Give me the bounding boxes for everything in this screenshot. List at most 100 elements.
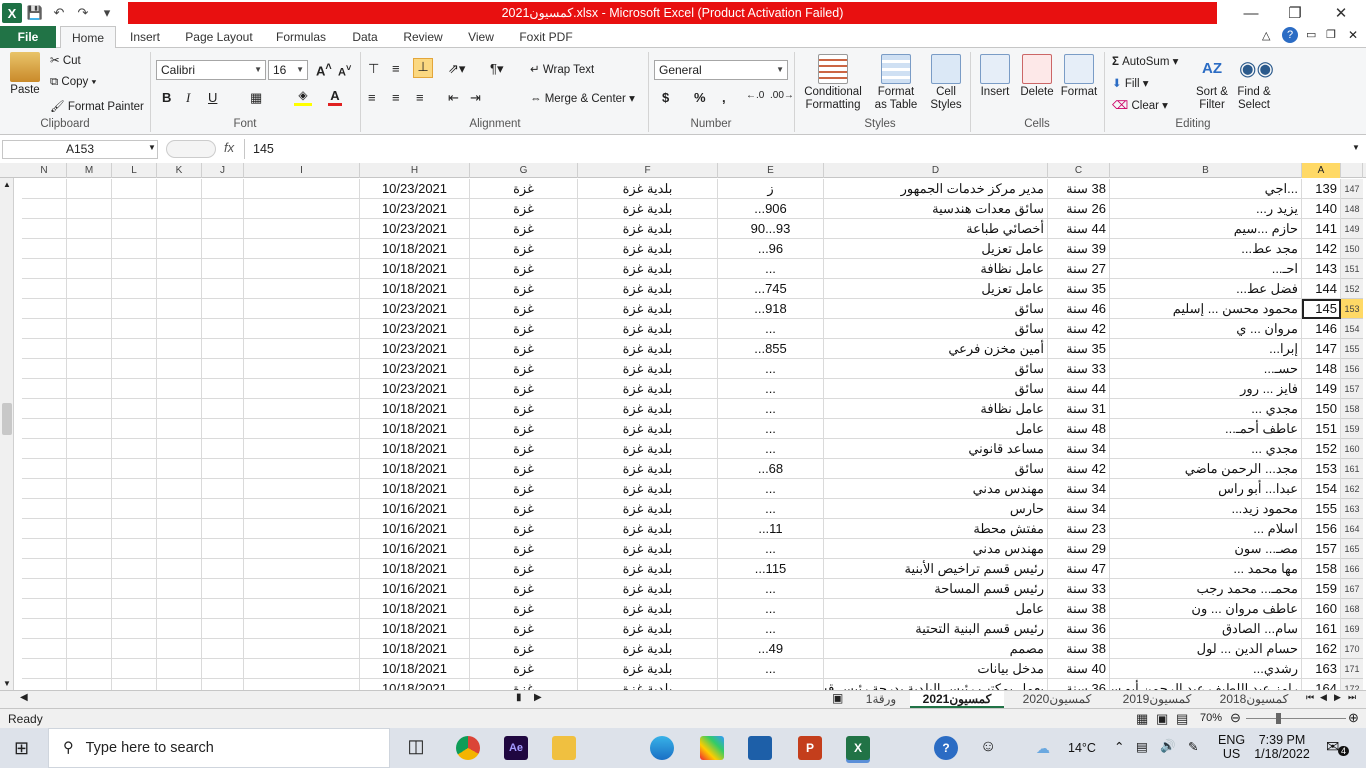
row-header[interactable]: 147 bbox=[1341, 179, 1363, 199]
empty-cell[interactable] bbox=[244, 359, 360, 379]
serial-cell[interactable]: 142 bbox=[1302, 239, 1341, 259]
job-title-cell[interactable]: عامل bbox=[824, 599, 1048, 619]
age-cell[interactable]: 23 سنة bbox=[1048, 519, 1110, 539]
id-cell[interactable]: ...855 bbox=[718, 339, 824, 359]
empty-cell[interactable] bbox=[244, 319, 360, 339]
row-header[interactable]: 161 bbox=[1341, 459, 1363, 479]
column-header-h[interactable]: H bbox=[360, 163, 470, 178]
city-cell[interactable]: غزة bbox=[470, 219, 578, 239]
name-cell[interactable]: مها محمد ... bbox=[1110, 559, 1302, 579]
decrease-indent-icon[interactable]: ⇤ bbox=[448, 90, 459, 106]
empty-cell[interactable] bbox=[67, 219, 112, 239]
tab-file[interactable]: File bbox=[0, 26, 56, 48]
city-cell[interactable]: غزة bbox=[470, 619, 578, 639]
empty-cell[interactable] bbox=[157, 679, 202, 690]
city-cell[interactable]: غزة bbox=[470, 339, 578, 359]
job-title-cell[interactable]: سائق bbox=[824, 379, 1048, 399]
empty-cell[interactable] bbox=[244, 559, 360, 579]
workbook-close-icon[interactable]: ✕ bbox=[1348, 28, 1358, 42]
id-cell[interactable]: ...906 bbox=[718, 199, 824, 219]
increase-decimal-icon[interactable]: ←.0 bbox=[746, 90, 764, 101]
cell-styles-button[interactable]: Cell Styles bbox=[926, 54, 966, 112]
municipality-cell[interactable]: بلدية غزة bbox=[578, 479, 718, 499]
serial-cell[interactable]: 140 bbox=[1302, 199, 1341, 219]
empty-cell[interactable] bbox=[202, 559, 244, 579]
row-header[interactable]: 151 bbox=[1341, 259, 1363, 279]
tab-insert[interactable]: Insert bbox=[122, 26, 168, 48]
date-cell[interactable]: 10/18/2021 bbox=[360, 659, 470, 679]
empty-cell[interactable] bbox=[22, 679, 67, 690]
age-cell[interactable]: 42 سنة bbox=[1048, 459, 1110, 479]
empty-cell[interactable] bbox=[244, 539, 360, 559]
serial-cell[interactable]: 159 bbox=[1302, 579, 1341, 599]
id-cell[interactable]: ...918 bbox=[718, 299, 824, 319]
municipality-cell[interactable]: بلدية غزة bbox=[578, 459, 718, 479]
empty-cell[interactable] bbox=[244, 619, 360, 639]
municipality-cell[interactable]: بلدية غزة bbox=[578, 419, 718, 439]
empty-cell[interactable] bbox=[157, 359, 202, 379]
row-header[interactable]: 168 bbox=[1341, 599, 1363, 619]
input-language[interactable]: ENG US bbox=[1218, 733, 1245, 761]
municipality-cell[interactable]: بلدية غزة bbox=[578, 359, 718, 379]
empty-cell[interactable] bbox=[157, 639, 202, 659]
close-icon[interactable]: ✕ bbox=[1318, 0, 1364, 26]
job-title-cell[interactable]: عامل نظافة bbox=[824, 259, 1048, 279]
age-cell[interactable]: 40 سنة bbox=[1048, 659, 1110, 679]
windows-start-icon[interactable]: ⊞ bbox=[14, 738, 29, 759]
age-cell[interactable]: 34 سنة bbox=[1048, 439, 1110, 459]
edge-icon[interactable] bbox=[650, 736, 674, 760]
id-cell[interactable]: ...115 bbox=[718, 559, 824, 579]
serial-cell[interactable]: 149 bbox=[1302, 379, 1341, 399]
name-cell[interactable]: اسلام ... bbox=[1110, 519, 1302, 539]
empty-cell[interactable] bbox=[22, 559, 67, 579]
municipality-cell[interactable]: بلدية غزة bbox=[578, 299, 718, 319]
serial-cell[interactable]: 145 bbox=[1302, 299, 1341, 319]
empty-cell[interactable] bbox=[67, 259, 112, 279]
empty-cell[interactable] bbox=[22, 439, 67, 459]
restore-icon[interactable]: ❐ bbox=[1272, 0, 1318, 26]
job-title-cell[interactable]: أخصائي طباعة bbox=[824, 219, 1048, 239]
empty-cell[interactable] bbox=[202, 619, 244, 639]
normal-view-icon[interactable]: ▦ bbox=[1136, 711, 1148, 727]
id-cell[interactable]: ... bbox=[718, 479, 824, 499]
empty-cell[interactable] bbox=[157, 619, 202, 639]
column-header-j[interactable]: J bbox=[202, 163, 244, 178]
align-center-icon[interactable]: ≡ bbox=[392, 90, 400, 105]
empty-cell[interactable] bbox=[202, 279, 244, 299]
serial-cell[interactable]: 163 bbox=[1302, 659, 1341, 679]
name-cell[interactable]: رامز عبد اللطيف عبد الرحمن أبو سكرة bbox=[1110, 679, 1302, 690]
serial-cell[interactable]: 158 bbox=[1302, 559, 1341, 579]
city-cell[interactable]: غزة bbox=[470, 179, 578, 199]
decrease-decimal-icon[interactable]: .00→ bbox=[770, 90, 794, 101]
empty-cell[interactable] bbox=[67, 199, 112, 219]
empty-cell[interactable] bbox=[112, 599, 157, 619]
empty-cell[interactable] bbox=[157, 299, 202, 319]
column-header-d[interactable]: D bbox=[824, 163, 1048, 178]
id-cell[interactable]: ... bbox=[718, 439, 824, 459]
id-cell[interactable]: ...745 bbox=[718, 279, 824, 299]
row-header[interactable]: 148 bbox=[1341, 199, 1363, 219]
tab-view[interactable]: View bbox=[460, 26, 502, 48]
tab-foxit-pdf[interactable]: Foxit PDF bbox=[514, 26, 578, 48]
conditional-formatting-button[interactable]: Conditional Formatting bbox=[800, 54, 866, 112]
empty-cell[interactable] bbox=[244, 499, 360, 519]
empty-cell[interactable] bbox=[22, 219, 67, 239]
municipality-cell[interactable]: بلدية غزة bbox=[578, 599, 718, 619]
row-header[interactable]: 150 bbox=[1341, 239, 1363, 259]
task-view-icon[interactable]: ◫ bbox=[404, 736, 428, 760]
taskbar-search[interactable]: ⚲ Type here to search bbox=[48, 728, 390, 768]
sheet-tab[interactable]: كمسيون2018 bbox=[1206, 691, 1302, 708]
empty-cell[interactable] bbox=[67, 319, 112, 339]
hscroll-split-icon[interactable]: ▮ bbox=[516, 692, 522, 703]
empty-cell[interactable] bbox=[112, 339, 157, 359]
date-cell[interactable]: 10/16/2021 bbox=[360, 519, 470, 539]
municipality-cell[interactable]: بلدية غزة bbox=[578, 559, 718, 579]
id-cell[interactable]: ... bbox=[718, 659, 824, 679]
name-cell[interactable]: مجد... الرحمن ماضي bbox=[1110, 459, 1302, 479]
job-title-cell[interactable]: مدخل بيانات bbox=[824, 659, 1048, 679]
job-title-cell[interactable]: سائق bbox=[824, 459, 1048, 479]
city-cell[interactable]: غزة bbox=[470, 599, 578, 619]
tab-review[interactable]: Review bbox=[398, 26, 448, 48]
serial-cell[interactable]: 162 bbox=[1302, 639, 1341, 659]
select-all-corner[interactable] bbox=[1341, 163, 1363, 178]
